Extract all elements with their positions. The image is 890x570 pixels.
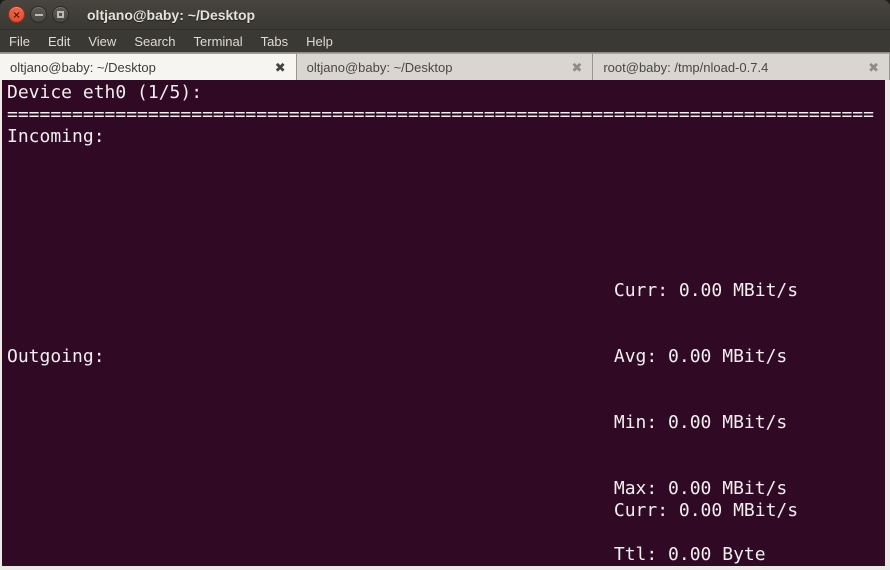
window-title: oltjano@baby: ~/Desktop xyxy=(87,7,255,23)
menu-item-tabs[interactable]: Tabs xyxy=(252,32,297,51)
menu-item-view[interactable]: View xyxy=(79,32,125,51)
outgoing-avg: Avg: 0.00 MBit/s xyxy=(614,566,798,570)
tab-close-icon[interactable]: ✖ xyxy=(267,61,286,74)
incoming-label: Incoming: xyxy=(7,126,105,148)
tab-label: oltjano@baby: ~/Desktop xyxy=(307,60,453,75)
tab-bar: oltjano@baby: ~/Desktop ✖ oltjano@baby: … xyxy=(0,52,890,80)
separator-line: ========================================… xyxy=(7,104,874,126)
menu-item-file[interactable]: File xyxy=(0,32,39,51)
device-line: Device eth0 (1/5): xyxy=(7,82,202,104)
tab-label: root@baby: /tmp/nload-0.7.4 xyxy=(603,60,768,75)
menu-item-edit[interactable]: Edit xyxy=(39,32,79,51)
window-maximize-button[interactable] xyxy=(52,6,69,23)
close-icon: × xyxy=(13,9,20,21)
tab-nload[interactable]: root@baby: /tmp/nload-0.7.4 ✖ xyxy=(593,53,890,80)
outgoing-stats: Curr: 0.00 MBit/s Avg: 0.00 MBit/s Min: … xyxy=(614,456,798,570)
terminal-screen[interactable]: Device eth0 (1/5): =====================… xyxy=(0,80,890,570)
tab-close-icon[interactable]: ✖ xyxy=(563,61,582,74)
incoming-min: Min: 0.00 MBit/s xyxy=(614,412,798,434)
outgoing-curr: Curr: 0.00 MBit/s xyxy=(614,500,798,522)
incoming-curr: Curr: 0.00 MBit/s xyxy=(614,280,798,302)
menubar: File Edit View Search Terminal Tabs Help xyxy=(0,30,890,52)
incoming-avg: Avg: 0.00 MBit/s xyxy=(614,346,798,368)
maximize-icon xyxy=(57,11,64,18)
window-minimize-button[interactable] xyxy=(30,6,47,23)
menu-item-search[interactable]: Search xyxy=(125,32,184,51)
minimize-icon xyxy=(35,14,43,16)
menu-item-terminal[interactable]: Terminal xyxy=(185,32,252,51)
tab-desktop-2[interactable]: oltjano@baby: ~/Desktop ✖ xyxy=(297,53,594,80)
menu-item-help[interactable]: Help xyxy=(297,32,342,51)
window-close-button[interactable]: × xyxy=(8,6,25,23)
outgoing-label: Outgoing: xyxy=(7,346,105,368)
window-titlebar: × oltjano@baby: ~/Desktop xyxy=(0,0,890,30)
tab-label: oltjano@baby: ~/Desktop xyxy=(10,60,156,75)
terminal-window: × oltjano@baby: ~/Desktop File Edit View… xyxy=(0,0,890,570)
tab-desktop-1[interactable]: oltjano@baby: ~/Desktop ✖ xyxy=(0,53,297,80)
tab-close-icon[interactable]: ✖ xyxy=(860,61,879,74)
